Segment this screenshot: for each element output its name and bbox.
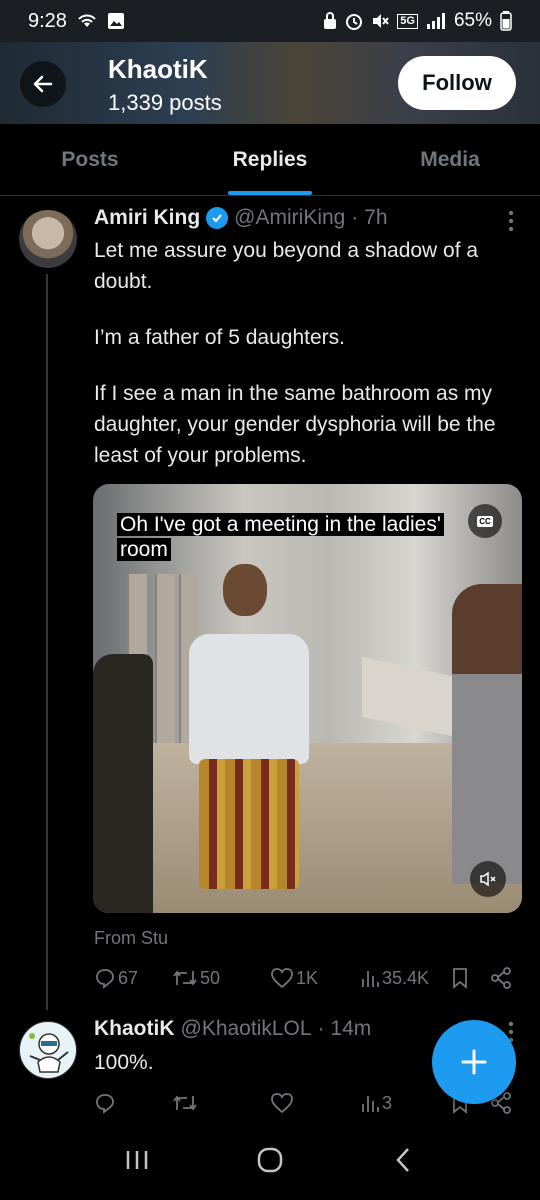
- views-count: 35.4K: [382, 967, 430, 988]
- posts-count: 1,339 posts: [108, 90, 222, 115]
- views-button[interactable]: 35.4K: [360, 968, 429, 989]
- back-arrow-icon: [33, 75, 53, 93]
- recents-button[interactable]: [107, 1130, 167, 1190]
- retweet-icon: [173, 1095, 197, 1111]
- tweet-time: · 14m: [317, 1017, 372, 1040]
- tab-media[interactable]: Media: [360, 124, 540, 195]
- network-label: 5G: [397, 13, 418, 29]
- views-icon: [362, 1096, 379, 1112]
- caption-line: room: [117, 538, 171, 561]
- back-nav-button[interactable]: [373, 1130, 433, 1190]
- profile-title: KhaotiK: [108, 54, 208, 84]
- tweet-actions: 67 50 1K 35.4K: [94, 963, 524, 993]
- like-icon: [271, 1093, 293, 1114]
- alarm-icon: [345, 12, 363, 30]
- reply-button[interactable]: 67: [94, 967, 138, 989]
- profile-tabs: Posts Replies Media: [0, 124, 540, 196]
- media-detail: [452, 584, 522, 884]
- author-name[interactable]: KhaotiK: [94, 1017, 175, 1041]
- retweet-button[interactable]: 50: [172, 967, 220, 989]
- media-person: [185, 554, 315, 894]
- tweet-text: Let me assure you beyond a shadow of a d…: [94, 235, 514, 496]
- media-detail: [199, 759, 299, 889]
- share-button[interactable]: [490, 967, 512, 989]
- more-icon[interactable]: [508, 210, 514, 236]
- tab-posts[interactable]: Posts: [0, 124, 180, 195]
- follow-button[interactable]: Follow: [398, 56, 516, 110]
- media-detail: [223, 564, 267, 616]
- tweet-paragraph: If I see a man in the same bathroom as m…: [94, 382, 496, 467]
- media-detail: [189, 634, 309, 764]
- reply-button[interactable]: [94, 1092, 116, 1114]
- tweet-header: KhaotiK @KhaotikLOL · 14m: [94, 1017, 371, 1041]
- tweet-header: Amiri King @AmiriKing · 7h: [94, 206, 388, 230]
- mute-button[interactable]: [470, 861, 506, 897]
- like-button[interactable]: [270, 1092, 294, 1114]
- like-count: 1K: [296, 967, 319, 988]
- reply-icon: [96, 1094, 114, 1114]
- author-name[interactable]: Amiri King: [94, 206, 200, 230]
- recents-icon: [126, 1151, 147, 1169]
- avatar[interactable]: [19, 1021, 77, 1079]
- mute-status-icon: [371, 12, 390, 30]
- gallery-icon: [107, 12, 125, 30]
- reply-icon: [96, 969, 114, 989]
- home-button[interactable]: [240, 1130, 300, 1190]
- bookmark-button[interactable]: [450, 967, 470, 989]
- caption-line: Oh I've got a meeting in the ladies': [117, 513, 444, 536]
- cc-icon: CC: [477, 515, 493, 527]
- author-handle[interactable]: @AmiriKing: [234, 206, 345, 230]
- reply-count: 67: [118, 967, 139, 988]
- cc-button[interactable]: CC: [468, 504, 502, 538]
- signal-icon: [426, 13, 446, 29]
- wifi-icon: [77, 13, 97, 29]
- tab-replies[interactable]: Replies: [180, 124, 360, 195]
- thread-line: [46, 274, 48, 1010]
- avatar-graphic: [29, 1033, 69, 1073]
- author-handle[interactable]: @KhaotikLOL: [181, 1017, 312, 1041]
- status-bar: 9:28 5G 65%: [0, 0, 540, 42]
- views-icon: [362, 971, 379, 987]
- verified-badge-icon: [206, 207, 229, 229]
- views-count: 3: [382, 1092, 393, 1113]
- media-detail: [93, 654, 153, 913]
- battery-percent: 65%: [453, 10, 492, 31]
- bookmark-icon: [453, 968, 467, 989]
- video-captions: Oh I've got a meeting in the ladies' roo…: [117, 512, 457, 562]
- tweet-paragraph: I’m a father of 5 daughters.: [94, 326, 345, 349]
- battery-icon: [500, 11, 512, 31]
- system-navbar: [0, 1120, 540, 1200]
- avatar[interactable]: [19, 210, 77, 268]
- tweet-paragraph: Let me assure you beyond a shadow of a d…: [94, 239, 479, 293]
- retweet-count: 50: [200, 967, 221, 988]
- views-button[interactable]: 3: [360, 1093, 392, 1114]
- home-icon: [257, 1147, 283, 1173]
- tweet-time: · 7h: [351, 206, 388, 229]
- share-icon: [491, 967, 511, 989]
- retweet-icon: [173, 970, 197, 986]
- lock-icon: [323, 12, 337, 30]
- back-icon: [396, 1148, 410, 1172]
- retweet-button[interactable]: [172, 1092, 198, 1114]
- compose-button[interactable]: [432, 1020, 516, 1104]
- status-time: 9:28: [28, 9, 67, 32]
- profile-header: KhaotiK 1,339 posts Follow: [0, 42, 540, 124]
- like-icon: [271, 968, 293, 989]
- back-button[interactable]: [20, 61, 66, 107]
- like-button[interactable]: 1K: [270, 967, 318, 989]
- from-label[interactable]: From Stu: [94, 928, 168, 949]
- video-player[interactable]: Oh I've got a meeting in the ladies' roo…: [93, 484, 522, 913]
- compose-plus-icon: [461, 1049, 487, 1075]
- mute-icon: [480, 871, 496, 887]
